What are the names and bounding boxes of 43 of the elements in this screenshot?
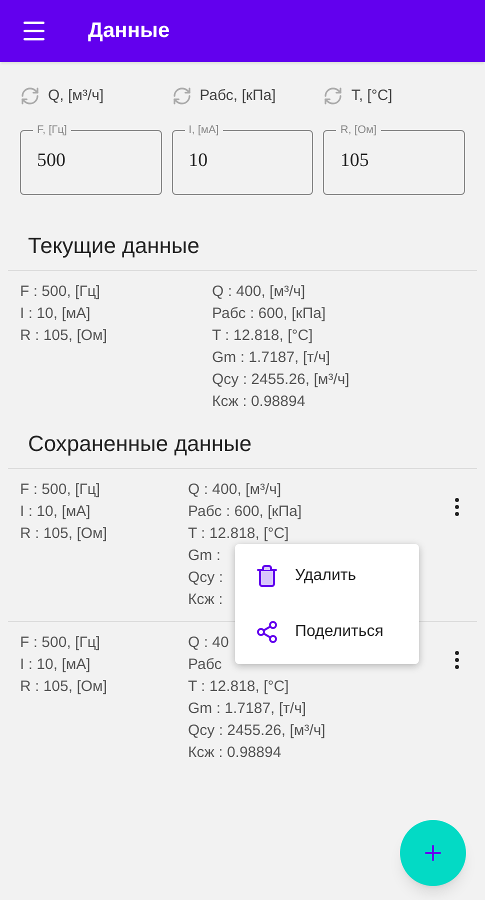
data-line: T : 12.818, [°C]: [188, 524, 289, 544]
section-title: Сохраненные данные: [28, 431, 252, 456]
data-line: Ксж : 0.98894: [212, 392, 306, 412]
data-line: F : 500, [Гц]: [20, 480, 100, 500]
data-line: Gm : 1.7187, [т/ч]: [212, 348, 330, 368]
data-line: Gm : 1.7187, [т/ч]: [188, 699, 306, 719]
data-line: R : 105, [Ом]: [20, 677, 108, 697]
data-line: F : 500, [Гц]: [20, 282, 100, 302]
menu-item[interactable]: Поделиться: [235, 604, 419, 660]
data-line: Ксж : 0.98894: [188, 743, 282, 763]
data-line: Qcy :: [188, 568, 224, 588]
unit-toggle[interactable]: Рабс, [кПа]: [172, 84, 276, 108]
data-line: Q : 400, [м³/ч]: [188, 480, 282, 500]
data-line: T : 12.818, [°C]: [188, 677, 289, 697]
refresh-icon: [20, 86, 40, 106]
data-line: T : 12.818, [°C]: [212, 326, 313, 346]
data-line: R : 105, [Ом]: [20, 326, 108, 346]
data-line: I : 10, [мА]: [20, 502, 90, 522]
unit-toggle[interactable]: T, [°C]: [323, 84, 392, 108]
data-line: F : 500, [Гц]: [20, 633, 100, 653]
input-field[interactable]: F, [Гц] 500: [20, 123, 162, 195]
section-title: Текущие данные: [28, 233, 200, 258]
data-line: Ксж :: [188, 590, 223, 610]
data-line: Qcy : 2455.26, [м³/ч]: [188, 721, 326, 741]
refresh-icon: [172, 86, 192, 106]
data-line: Q : 40: [188, 633, 229, 653]
data-line: Qcy : 2455.26, [м³/ч]: [212, 370, 350, 390]
input-field[interactable]: I, [мА] 10: [172, 123, 314, 195]
trash-icon: [255, 564, 279, 588]
data-line: Рабс : 600, [кПа]: [188, 502, 302, 522]
unit-toggle[interactable]: Q, [м³/ч]: [20, 84, 104, 108]
menu-item[interactable]: Удалить: [235, 548, 419, 604]
data-line: Рабс: [188, 655, 222, 675]
data-line: Gm :: [188, 546, 220, 566]
data-line: I : 10, [мА]: [20, 304, 90, 324]
refresh-icon: [323, 86, 344, 106]
data-line: Q : 400, [м³/ч]: [212, 282, 306, 302]
app-title: Данные: [88, 18, 170, 44]
data-line: Рабс : 600, [кПа]: [212, 304, 326, 324]
data-line: I : 10, [мА]: [20, 655, 90, 675]
data-line: R : 105, [Ом]: [20, 524, 108, 544]
share-icon: [255, 620, 279, 644]
input-field[interactable]: R, [Ом] 105: [323, 123, 465, 195]
